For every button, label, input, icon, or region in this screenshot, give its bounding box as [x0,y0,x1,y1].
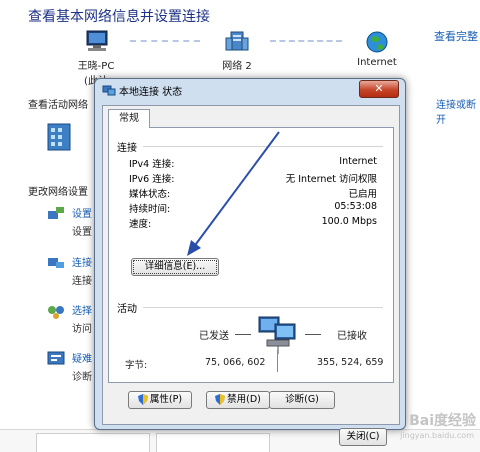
page-title: 查看基本网络信息并设置连接 [28,9,210,25]
sent-dash [235,334,251,335]
media-state-label: 媒体状态: [129,189,171,200]
network-node-internet[interactable]: Internet [350,30,404,68]
dialog-titlebar[interactable]: 本地连接 状态 ✕ [95,79,405,101]
connection-group-label: 连接 [117,143,137,154]
internet-label: Internet [357,57,397,68]
task-link-choose[interactable]: 选择 [72,302,92,317]
watermark-text: Bai度经验 [409,413,476,429]
bottom-tab-1[interactable] [36,433,150,452]
received-dash [305,334,321,335]
close-icon: ✕ [374,82,384,95]
properties-button[interactable]: 属性(P) [128,391,192,409]
network-node-network2[interactable]: 网络 2 [212,30,262,72]
ipv6-value: 无 Internet 访问权限 [285,174,377,185]
network-connection-icon [102,85,116,96]
bytes-label: 字节: [125,360,148,371]
close-button[interactable]: 关闭(C) [339,428,387,446]
diagnose-button[interactable]: 诊断(G) [269,391,335,409]
connect-disconnect-link[interactable]: 连接或断开 [436,96,480,126]
properties-label: 属性(P) [149,394,183,405]
title-close-button[interactable]: ✕ [359,80,399,98]
connection-activity-icon [258,316,296,354]
bytes-received-value: 355, 524, 659 [317,357,384,368]
connection-line-1 [130,40,200,42]
ipv4-value: Internet [339,156,377,167]
disable-label: 禁用(D) [227,394,261,405]
uac-shield-icon [215,394,226,405]
sent-label: 已发送 [199,331,229,342]
ipv4-label: IPv4 连接: [129,159,175,170]
bottom-tab-2[interactable] [156,433,270,452]
watermark-url: jingyan.baidu.com [400,431,474,440]
task-link-troubleshoot[interactable]: 疑难 [72,350,92,365]
setup-connection-icon [48,207,64,219]
globe-icon [366,31,388,53]
ipv6-label: IPv6 连接: [129,174,175,185]
duration-label: 持续时间: [129,204,171,215]
disable-button[interactable]: 禁用(D) [206,391,270,409]
task-sub-connect: 连接 [72,276,92,287]
activity-group-line [143,307,383,308]
annotation-arrow [187,131,280,256]
connect-network-icon [48,258,64,268]
change-settings-heading: 更改网络设置 [28,187,88,198]
local-connection-status-dialog: 本地连接 状态 ✕ 常规 连接 IPv4 连接: Internet IPv6 连… [94,78,406,446]
troubleshoot-icon [47,351,65,365]
uac-shield-icon [137,394,148,405]
building-network-icon [47,123,71,151]
general-tab-panel: 连接 IPv4 连接: Internet IPv6 连接: 无 Internet… [108,127,394,383]
network-icon [225,31,249,51]
tab-general[interactable]: 常规 [108,109,150,128]
view-full-map-link[interactable]: 查看完整 [434,28,478,44]
activity-group-label: 活动 [117,304,137,315]
task-sub-troubleshoot: 诊断 [72,372,92,383]
bytes-separator [277,350,278,372]
dialog-client: 常规 连接 IPv4 连接: Internet IPv6 连接: 无 Inter… [102,105,400,446]
network2-label: 网络 2 [222,61,252,72]
duration-value: 05:53:08 [334,201,377,212]
dialog-title: 本地连接 状态 [119,87,183,98]
connection-line-2 [270,40,342,42]
bytes-sent-value: 75, 066, 602 [205,357,266,368]
task-sub-setup: 设置 [72,227,92,238]
computer-icon [86,30,108,51]
speed-value: 100.0 Mbps [321,216,377,227]
task-sub-choose: 访问 [72,324,92,335]
active-networks-heading: 查看活动网络 [28,100,88,111]
speed-label: 速度: [129,219,152,230]
pc-name-label: 王晓-PC [77,61,115,72]
homegroup-icon [48,306,64,319]
task-link-connect[interactable]: 连接 [72,254,92,269]
task-link-setup[interactable]: 设置 [72,205,92,220]
media-state-value: 已启用 [348,189,377,200]
received-label: 已接收 [337,331,367,342]
